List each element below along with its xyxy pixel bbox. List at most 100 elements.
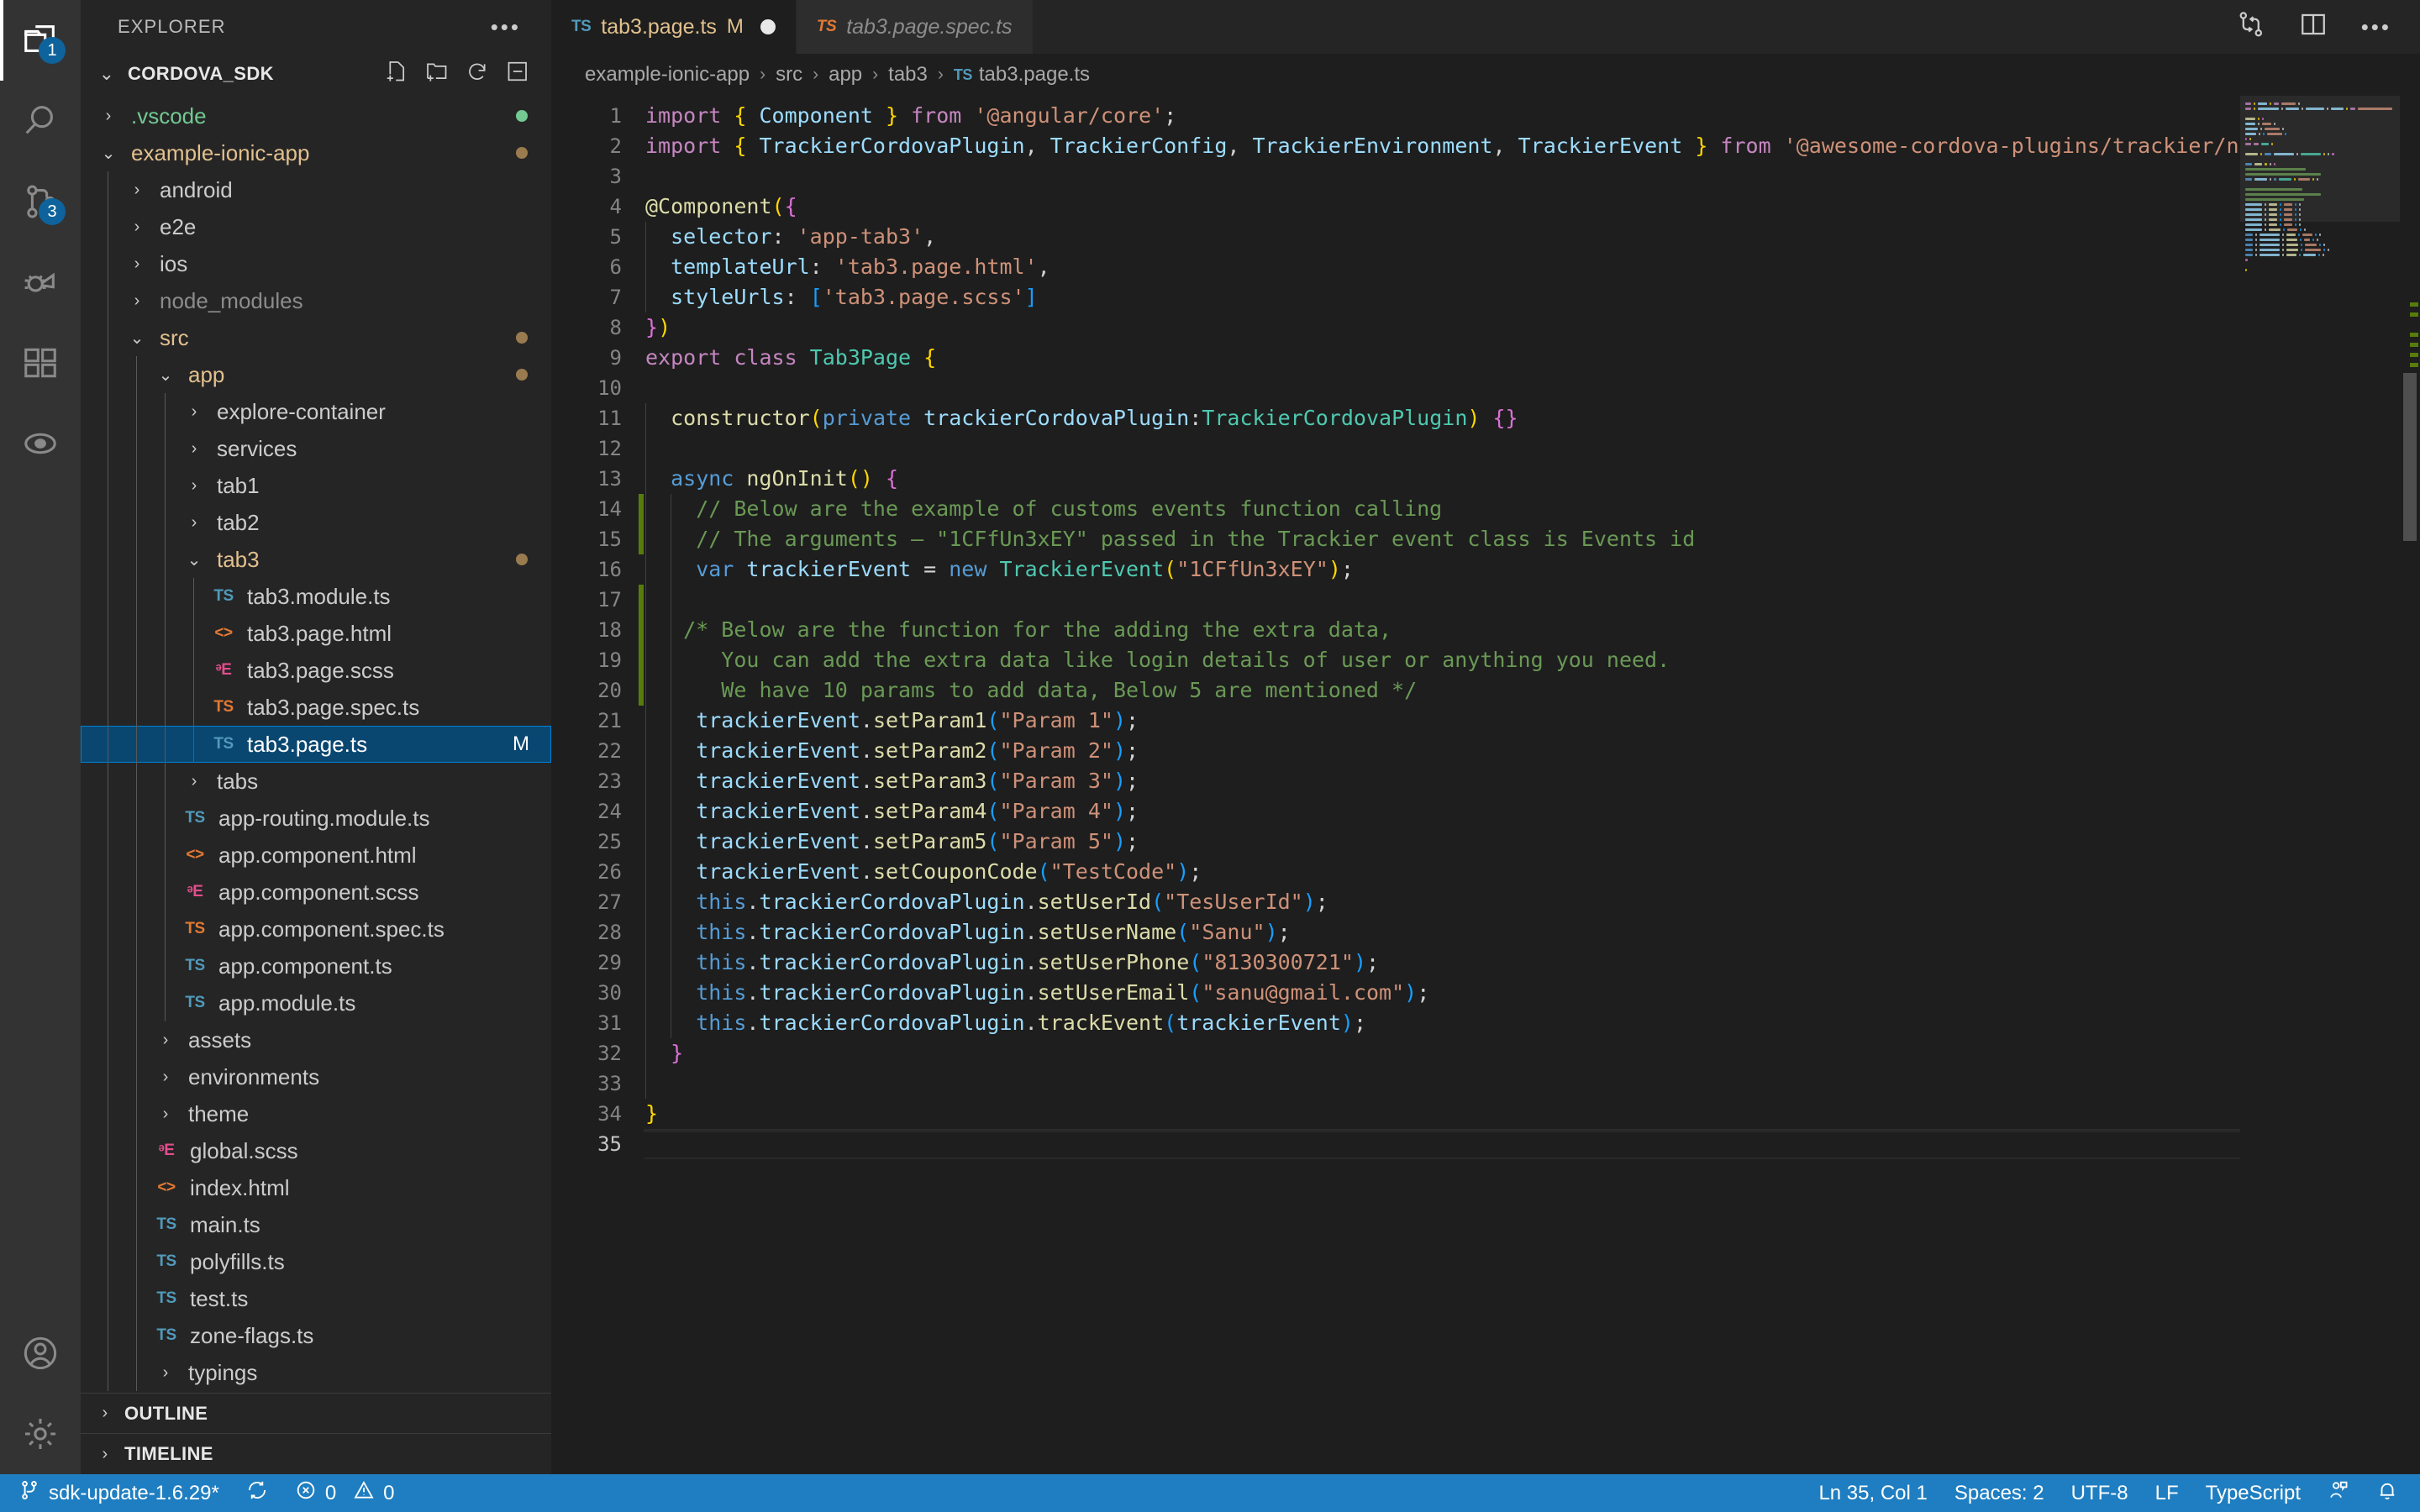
status-branch[interactable]: sdk-update-1.6.29* [0, 1474, 233, 1512]
status-language-mode[interactable]: TypeScript [2192, 1474, 2314, 1512]
activity-bar-item-run-and-debug[interactable] [0, 242, 81, 323]
tree-folder-row[interactable]: ⌄ example-ionic-app [81, 134, 551, 171]
code-line[interactable]: selector: 'app-tab3', [644, 222, 2240, 252]
tree-folder-row[interactable]: › tab1 [81, 467, 551, 504]
file-tree[interactable]: › .vscode ⌄ example-ionic-app › android › e2e › i… [81, 94, 551, 1393]
status-feedback[interactable] [2314, 1474, 2363, 1512]
breadcrumb-item[interactable]: src [776, 63, 802, 87]
tree-file-row[interactable]: ᵊE tab3.page.scss [81, 652, 551, 689]
code-line[interactable]: trackierEvent.setCouponCode("TestCode"); [644, 857, 2240, 887]
editor-tab-tab3-page-ts[interactable]: TS tab3.page.ts M [551, 0, 797, 54]
collapse-all-icon[interactable] [506, 60, 529, 88]
status-problems[interactable]: 0 0 [281, 1474, 408, 1512]
activity-bar-item-source-control[interactable]: 3 [0, 161, 81, 242]
editor-vertical-scrollbar[interactable] [2400, 96, 2420, 1474]
tree-folder-row[interactable]: › ios [81, 245, 551, 282]
code-line[interactable]: } [644, 1099, 2240, 1129]
scrollbar-thumb[interactable] [2403, 373, 2417, 541]
tree-folder-row[interactable]: › typings [81, 1354, 551, 1391]
tree-folder-row[interactable]: › theme [81, 1095, 551, 1132]
split-editor-icon[interactable] [2299, 10, 2328, 45]
tree-folder-row[interactable]: › android [81, 171, 551, 208]
tree-folder-row[interactable]: › services [81, 430, 551, 467]
tree-folder-row[interactable]: › tabs [81, 763, 551, 800]
tree-file-row[interactable]: ᵊE global.scss [81, 1132, 551, 1169]
tree-file-row[interactable]: <> app.component.html [81, 837, 551, 874]
panel-outline[interactable]: › OUTLINE [81, 1394, 551, 1434]
code-line[interactable]: @Component({ [644, 192, 2240, 222]
panel-timeline[interactable]: › TIMELINE [81, 1434, 551, 1474]
code-line[interactable]: import { Component } from '@angular/core… [644, 101, 2240, 131]
breadcrumb[interactable]: example-ionic-app › src › app › tab3 › TS tab3.pa… [551, 54, 2420, 96]
code-line[interactable]: You can add the extra data like login de… [644, 645, 2240, 675]
tree-folder-row[interactable]: › .vscode [81, 97, 551, 134]
status-cursor-position[interactable]: Ln 35, Col 1 [1805, 1474, 1940, 1512]
chevron-right-icon[interactable]: › [123, 218, 151, 237]
code-line[interactable]: trackierEvent.setParam2("Param 2"); [644, 736, 2240, 766]
minimap[interactable] [2240, 96, 2400, 1474]
breadcrumb-item[interactable]: app [829, 63, 862, 87]
tree-folder-row[interactable]: › explore-container [81, 393, 551, 430]
code-line[interactable]: // The arguments – "1CFfUn3xEY" passed i… [644, 524, 2240, 554]
activity-bar-item-extensions[interactable] [0, 323, 81, 403]
chevron-right-icon[interactable]: › [180, 772, 208, 791]
code-editor[interactable]: 1 2 3 4 5 6 7 8 9 10 11 12 13 14 15 16 17 18 19 20 21 22 23 24 2… [551, 96, 2420, 1474]
tree-folder-row[interactable]: › environments [81, 1058, 551, 1095]
tree-folder-row[interactable]: › e2e [81, 208, 551, 245]
activity-bar-item-testing[interactable] [0, 403, 81, 484]
chevron-right-icon[interactable]: › [180, 402, 208, 422]
code-line[interactable] [644, 373, 2240, 403]
tree-file-row[interactable]: <> index.html [81, 1169, 551, 1206]
chevron-right-icon[interactable]: › [123, 181, 151, 200]
chevron-down-icon[interactable]: ⌄ [123, 328, 151, 349]
chevron-right-icon[interactable]: › [151, 1105, 180, 1124]
breadcrumb-item[interactable]: tab3 [888, 63, 928, 87]
code-line[interactable]: We have 10 params to add data, Below 5 a… [644, 675, 2240, 706]
chevron-right-icon[interactable]: › [151, 1068, 180, 1087]
chevron-right-icon[interactable]: › [180, 513, 208, 533]
chevron-right-icon[interactable]: › [94, 107, 123, 126]
status-sync[interactable] [233, 1474, 281, 1512]
code-line[interactable]: this.trackierCordovaPlugin.trackEvent(tr… [644, 1008, 2240, 1038]
tree-file-row[interactable]: TS app.component.ts [81, 948, 551, 984]
tree-file-row[interactable]: TS polyfills.ts [81, 1243, 551, 1280]
chevron-right-icon[interactable]: › [123, 291, 151, 311]
dirty-indicator-dot[interactable] [760, 19, 776, 34]
code-line[interactable]: this.trackierCordovaPlugin.setUserId("Te… [644, 887, 2240, 917]
code-line[interactable]: trackierEvent.setParam5("Param 5"); [644, 827, 2240, 857]
tree-file-row[interactable]: TS app.component.spec.ts [81, 911, 551, 948]
code-line[interactable]: async ngOnInit() { [644, 464, 2240, 494]
tree-file-row[interactable]: TS app.module.ts [81, 984, 551, 1021]
code-line[interactable]: }) [644, 312, 2240, 343]
code-line[interactable]: styleUrls: ['tab3.page.scss'] [644, 282, 2240, 312]
status-eol[interactable]: LF [2142, 1474, 2192, 1512]
sidebar-more-actions-icon[interactable]: ••• [491, 16, 521, 38]
breadcrumb-item[interactable]: example-ionic-app [585, 63, 750, 87]
tree-file-row[interactable]: TS tab3.page.ts M [81, 726, 551, 763]
tree-file-row[interactable]: <> tab3.page.html [81, 615, 551, 652]
status-encoding[interactable]: UTF-8 [2058, 1474, 2142, 1512]
code-line[interactable]: trackierEvent.setParam4("Param 4"); [644, 796, 2240, 827]
code-line[interactable]: this.trackierCordovaPlugin.setUserName("… [644, 917, 2240, 948]
chevron-right-icon[interactable]: › [151, 1363, 180, 1383]
activity-bar-item-explorer[interactable]: 1 [0, 0, 81, 81]
chevron-down-icon[interactable]: ⌄ [94, 143, 123, 164]
code-line[interactable] [644, 1068, 2240, 1099]
code-line[interactable]: trackierEvent.setParam3("Param 3"); [644, 766, 2240, 796]
activity-bar-item-search[interactable] [0, 81, 81, 161]
chevron-down-icon[interactable]: ⌄ [180, 549, 208, 570]
tree-folder-row[interactable]: › assets [81, 1021, 551, 1058]
chevron-down-icon[interactable]: ⌄ [151, 365, 180, 386]
code-line[interactable]: // Below are the example of customs even… [644, 494, 2240, 524]
explorer-root-folder[interactable]: ⌄ CORDOVA_SDK [81, 54, 551, 94]
chevron-right-icon[interactable]: › [180, 476, 208, 496]
breadcrumb-item[interactable]: tab3.page.ts [979, 63, 1090, 87]
code-line[interactable]: this.trackierCordovaPlugin.setUserEmail(… [644, 978, 2240, 1008]
code-line[interactable] [644, 585, 2240, 615]
new-file-icon[interactable] [385, 60, 408, 88]
tree-file-row[interactable]: TS tab3.module.ts [81, 578, 551, 615]
tree-folder-row[interactable]: ⌄ src [81, 319, 551, 356]
code-line[interactable]: var trackierEvent = new TrackierEvent("1… [644, 554, 2240, 585]
code-line[interactable]: } [644, 1038, 2240, 1068]
tree-folder-row[interactable]: ⌄ app [81, 356, 551, 393]
